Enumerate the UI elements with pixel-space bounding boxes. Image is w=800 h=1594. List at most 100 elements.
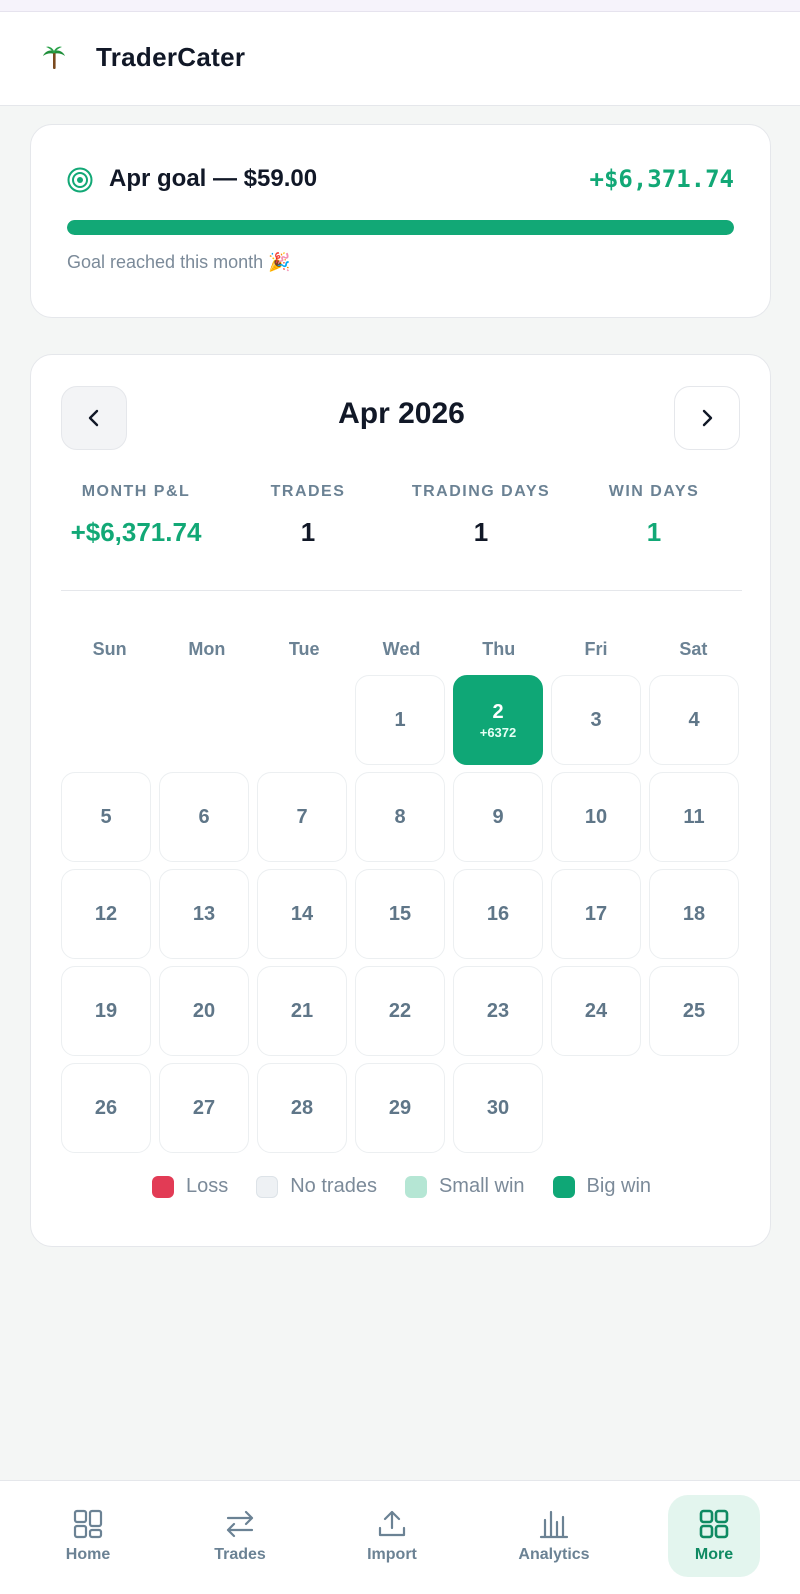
calendar-day[interactable]: 2 +6372: [453, 675, 543, 765]
palm-tree-icon[interactable]: [42, 45, 66, 71]
upload-icon: [378, 1510, 406, 1537]
nav-trades[interactable]: Trades: [194, 1495, 286, 1577]
day-number: 17: [584, 903, 608, 925]
stat-label: TRADES: [270, 483, 346, 500]
day-number: 11: [683, 806, 705, 828]
calendar-day[interactable]: 15: [355, 869, 445, 959]
day-number: 26: [94, 1097, 118, 1119]
calendar-day[interactable]: 3: [551, 675, 641, 765]
legend-swatch: [151, 1175, 174, 1198]
calendar-day[interactable]: 26: [61, 1063, 151, 1153]
day-number: 9: [492, 806, 504, 828]
day-number: 18: [682, 903, 706, 925]
stat-label: WIN DAYS: [608, 483, 700, 500]
calendar-day[interactable]: 28: [257, 1063, 347, 1153]
stat-label: MONTH P&L: [81, 483, 191, 500]
weekday-label: Sun: [92, 639, 127, 659]
weekday-label: Thu: [482, 639, 516, 659]
browser-top-strip: [0, 0, 800, 12]
calendar-day[interactable]: 18: [649, 869, 739, 959]
day-number: 22: [388, 1000, 412, 1022]
day-number: 27: [192, 1097, 216, 1119]
nav-label: Home: [65, 1546, 111, 1563]
legend-item: Small win: [404, 1175, 525, 1198]
calendar-grid: 1 2 +6372 3 4 5 6 7 8 9 10 11 12 13 14 15 16 17 18 19 20 21 22…: [61, 675, 742, 1153]
day-number: 30: [486, 1097, 510, 1119]
next-month-button[interactable]: [674, 386, 740, 450]
target-icon: [67, 167, 93, 193]
day-number: 7: [296, 806, 308, 828]
calendar-day[interactable]: 4: [649, 675, 739, 765]
goal-progress-fill: [67, 220, 734, 235]
weekday-label: Fri: [584, 639, 608, 659]
weekday-label: Mon: [188, 639, 226, 659]
stats-divider: [61, 590, 742, 591]
nav-import[interactable]: Import: [346, 1495, 438, 1577]
goal-amount: +$6,371.74: [589, 165, 735, 193]
day-number: 2: [492, 700, 504, 723]
goal-card: Apr goal — $59.00 +$6,371.74 Goal reache…: [30, 124, 771, 318]
calendar-day[interactable]: 22: [355, 966, 445, 1056]
day-pnl: +6372: [479, 724, 517, 740]
stat-trades: TRADES 1: [218, 483, 398, 548]
legend-label: Small win: [438, 1175, 525, 1197]
legend-label: Big win: [586, 1175, 652, 1197]
calendar-day[interactable]: 9: [453, 772, 543, 862]
goal-title: Apr goal — $59.00: [109, 165, 318, 192]
day-number: 13: [192, 903, 216, 925]
calendar-day[interactable]: 11: [649, 772, 739, 862]
calendar-day[interactable]: 10: [551, 772, 641, 862]
calendar-day[interactable]: 17: [551, 869, 641, 959]
legend-item: No trades: [256, 1175, 377, 1198]
day-number: 10: [584, 806, 608, 828]
nav-analytics[interactable]: Analytics: [508, 1495, 600, 1577]
calendar-day[interactable]: 16: [453, 869, 543, 959]
home-grid-icon: [73, 1509, 103, 1539]
goal-progress-bar: [67, 220, 734, 235]
stat-trading-days: TRADING DAYS 1: [391, 483, 571, 548]
calendar-day[interactable]: 1: [355, 675, 445, 765]
month-title: Apr 2026: [338, 397, 465, 430]
calendar-day[interactable]: 30: [453, 1063, 543, 1153]
weekday-label: Wed: [382, 639, 421, 659]
legend-swatch: [552, 1175, 575, 1198]
calendar-day[interactable]: 13: [159, 869, 249, 959]
calendar-day[interactable]: 7: [257, 772, 347, 862]
day-number: 15: [388, 903, 412, 925]
weekday-header: Sun Mon Tue Wed Thu Fri Sat: [61, 639, 742, 660]
app-header: TraderCater: [0, 12, 800, 106]
calendar-blank-cell: [159, 675, 249, 765]
calendar-day[interactable]: 8: [355, 772, 445, 862]
calendar-day[interactable]: 12: [61, 869, 151, 959]
calendar-day[interactable]: 27: [159, 1063, 249, 1153]
calendar-day[interactable]: 20: [159, 966, 249, 1056]
stat-label: TRADING DAYS: [411, 483, 551, 500]
swap-arrows-icon: [226, 1510, 254, 1538]
calendar-blank-cell: [257, 675, 347, 765]
day-number: 24: [584, 1000, 608, 1022]
calendar-day[interactable]: 14: [257, 869, 347, 959]
calendar-day[interactable]: 29: [355, 1063, 445, 1153]
calendar-day[interactable]: 5: [61, 772, 151, 862]
day-number: 1: [394, 709, 406, 731]
goal-note: Goal reached this month 🎉: [67, 252, 291, 272]
nav-more[interactable]: More: [668, 1495, 760, 1577]
calendar-day[interactable]: 6: [159, 772, 249, 862]
calendar-day[interactable]: 21: [257, 966, 347, 1056]
app-title: TraderCater: [96, 42, 246, 72]
legend-item: Loss: [151, 1175, 228, 1198]
calendar-day[interactable]: 23: [453, 966, 543, 1056]
nav-label: Import: [367, 1546, 417, 1563]
calendar-day[interactable]: 24: [551, 966, 641, 1056]
calendar-day[interactable]: 19: [61, 966, 151, 1056]
stat-month-pnl: MONTH P&L +$6,371.74: [46, 483, 226, 548]
bottom-navigation: Home Trades Import Analytics More: [0, 1480, 800, 1594]
day-number: 29: [388, 1097, 412, 1119]
day-number: 3: [590, 709, 602, 731]
bar-chart-icon: [539, 1510, 569, 1539]
stat-value: +$6,371.74: [70, 517, 202, 547]
calendar-legend: Loss No trades Small win Big win: [31, 1175, 772, 1198]
nav-label: Analytics: [518, 1546, 590, 1563]
nav-home[interactable]: Home: [42, 1495, 134, 1577]
calendar-day[interactable]: 25: [649, 966, 739, 1056]
